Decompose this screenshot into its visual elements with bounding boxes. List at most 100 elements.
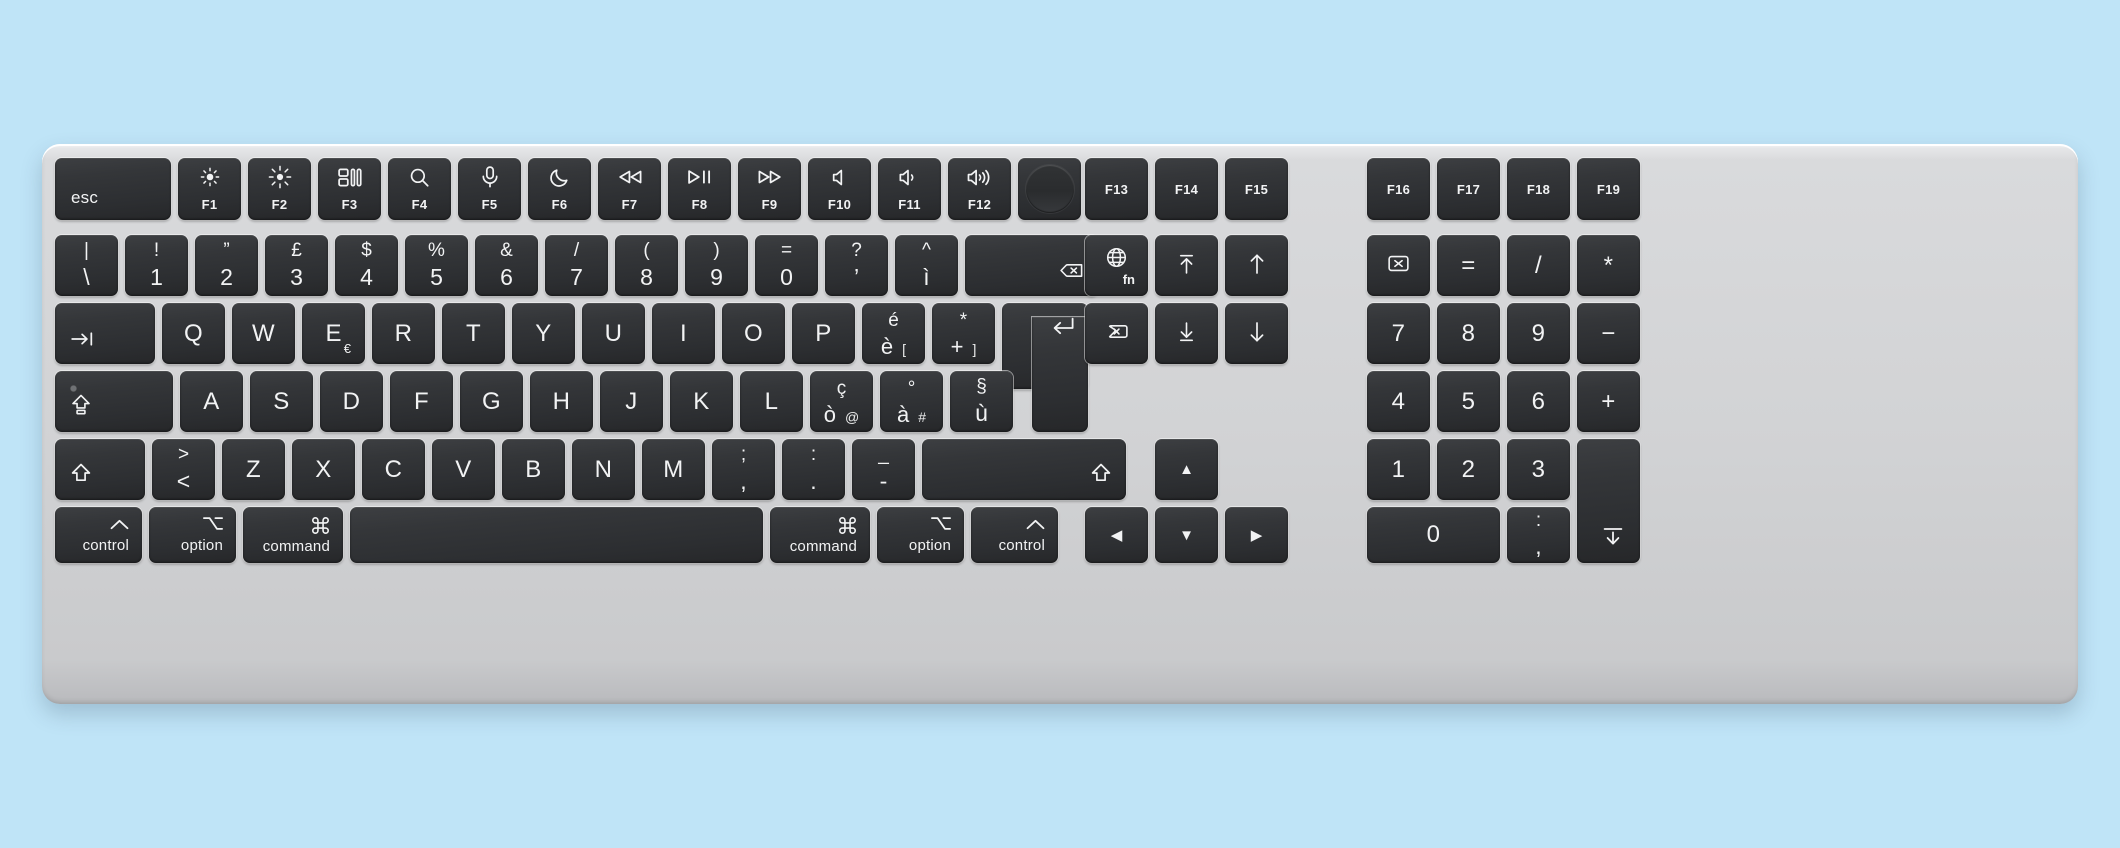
arrow-up-key[interactable]: ▲	[1155, 439, 1218, 500]
numpad-9-key[interactable]: 9	[1507, 303, 1570, 364]
c-key-legend: C	[384, 455, 403, 483]
numpad-plus-key[interactable]: +	[1577, 371, 1640, 432]
hyphen-key[interactable]: _ -	[852, 439, 915, 500]
caps-lock-key[interactable]	[55, 371, 173, 432]
numpad-7-key[interactable]: 7	[1367, 303, 1430, 364]
x-key[interactable]: X	[292, 439, 355, 500]
z-key-legend: Z	[245, 455, 262, 483]
m-key[interactable]: M	[642, 439, 705, 500]
space-key[interactable]	[350, 507, 763, 563]
x-key-legend: X	[315, 455, 332, 483]
command-icon	[838, 516, 857, 539]
z-key[interactable]: Z	[222, 439, 285, 500]
arrow-left-key[interactable]: ◀	[1085, 507, 1148, 563]
arrow-right-icon: ▶	[1250, 526, 1263, 544]
s-key[interactable]: S	[250, 371, 313, 432]
caps-lock-indicator	[70, 385, 77, 392]
arrow-down-key[interactable]: ▼	[1155, 507, 1218, 563]
comma-key[interactable]: ;,	[712, 439, 775, 500]
arrow-up-icon: ▲	[1179, 461, 1194, 478]
section-sign-key-legend: ù	[975, 399, 988, 426]
l-key[interactable]: L	[740, 371, 803, 432]
a-grave-key-legend: à	[896, 401, 910, 427]
numpad-decimal-key[interactable]: :,	[1507, 507, 1570, 563]
left-command-key[interactable]: command	[243, 507, 343, 563]
arrow-right-key[interactable]: ▶	[1225, 507, 1288, 563]
option-icon	[203, 516, 224, 535]
f-key[interactable]: F	[390, 371, 453, 432]
page-down-key[interactable]	[1155, 303, 1218, 364]
j-key[interactable]: J	[600, 371, 663, 432]
forward-delete-key[interactable]	[1085, 303, 1148, 364]
arrow-left-icon: ◀	[1110, 526, 1123, 544]
arrow-down-icon: ▼	[1179, 526, 1194, 544]
numpad-3-key-legend: 3	[1531, 455, 1546, 483]
a-key[interactable]: A	[180, 371, 243, 432]
v-key-legend: V	[455, 455, 472, 483]
numpad-enter-key[interactable]	[1577, 439, 1640, 563]
c-cedilla-key-alt-legend: @	[845, 408, 860, 425]
g-key-legend: G	[481, 387, 502, 415]
numpad-2-key[interactable]: 2	[1437, 439, 1500, 500]
right-command-key[interactable]: command	[770, 507, 870, 563]
k-key-legend: K	[693, 387, 710, 415]
right-shift-key[interactable]	[922, 439, 1126, 500]
left-option-key-label: option	[180, 537, 223, 554]
magic-keyboard-device: esc F1 F2 F3 F4 F5 F6 F7 F8 F9 F10 F11 F…	[42, 144, 2078, 704]
angle-bracket-key[interactable]: > <	[152, 439, 215, 500]
m-key-legend: M	[663, 455, 684, 483]
numpad-5-key-legend: 5	[1461, 387, 1476, 415]
numpad-0-key-legend: 0	[1426, 521, 1441, 548]
numpad-decimal-key-legend: ,	[1535, 533, 1542, 559]
comma-key-legend: ,	[740, 467, 747, 494]
right-control-key[interactable]: control	[971, 507, 1058, 563]
numpad-plus-key-legend: +	[1601, 387, 1616, 415]
k-key[interactable]: K	[670, 371, 733, 432]
c-cedilla-key-shift-legend: ç	[836, 377, 847, 399]
numpad-6-key[interactable]: 6	[1507, 371, 1570, 432]
h-key[interactable]: H	[530, 371, 593, 432]
numpad-2-key-legend: 2	[1461, 455, 1476, 483]
numpad-5-key[interactable]: 5	[1437, 371, 1500, 432]
numpad-enter-icon	[1603, 527, 1623, 550]
numpad-8-key[interactable]: 8	[1437, 303, 1500, 364]
numpad-8-key-legend: 8	[1461, 319, 1476, 347]
a-grave-key-shift-legend: °	[907, 377, 916, 399]
left-shift-key[interactable]	[55, 439, 145, 500]
numpad-minus-key-legend: −	[1601, 319, 1616, 347]
right-option-key[interactable]: option	[877, 507, 964, 563]
control-icon	[1026, 516, 1045, 535]
left-control-key[interactable]: control	[55, 507, 142, 563]
numpad-minus-key[interactable]: −	[1577, 303, 1640, 364]
numpad-1-key[interactable]: 1	[1367, 439, 1430, 500]
numpad-9-key-legend: 9	[1531, 319, 1546, 347]
b-key[interactable]: B	[502, 439, 565, 500]
section-sign-key[interactable]: § ù	[950, 371, 1013, 432]
option-icon	[931, 516, 952, 535]
command-icon	[311, 516, 330, 539]
numpad-4-key[interactable]: 4	[1367, 371, 1430, 432]
key-plane: esc F1 F2 F3 F4 F5 F6 F7 F8 F9 F10 F11 F…	[55, 158, 2065, 688]
left-option-key[interactable]: option	[149, 507, 236, 563]
shift-icon	[71, 463, 91, 488]
numpad-3-key[interactable]: 3	[1507, 439, 1570, 500]
numpad-0-key[interactable]: 0	[1367, 507, 1500, 563]
a-grave-key-alt-legend: #	[918, 408, 927, 425]
g-key[interactable]: G	[460, 371, 523, 432]
period-key[interactable]: :.	[782, 439, 845, 500]
page-down-icon	[1177, 321, 1196, 347]
end-key[interactable]	[1225, 303, 1288, 364]
n-key-legend: N	[594, 455, 613, 483]
hyphen-key-shift-legend: _	[878, 444, 889, 465]
c-cedilla-key[interactable]: ç ò @	[810, 371, 873, 432]
v-key[interactable]: V	[432, 439, 495, 500]
a-grave-key[interactable]: ° à #	[880, 371, 943, 432]
control-icon	[110, 516, 129, 535]
n-key[interactable]: N	[572, 439, 635, 500]
l-key-legend: L	[764, 387, 779, 415]
right-option-key-label: option	[908, 537, 951, 554]
d-key[interactable]: D	[320, 371, 383, 432]
c-key[interactable]: C	[362, 439, 425, 500]
shift-icon	[1091, 463, 1111, 488]
b-key-legend: B	[525, 455, 542, 483]
